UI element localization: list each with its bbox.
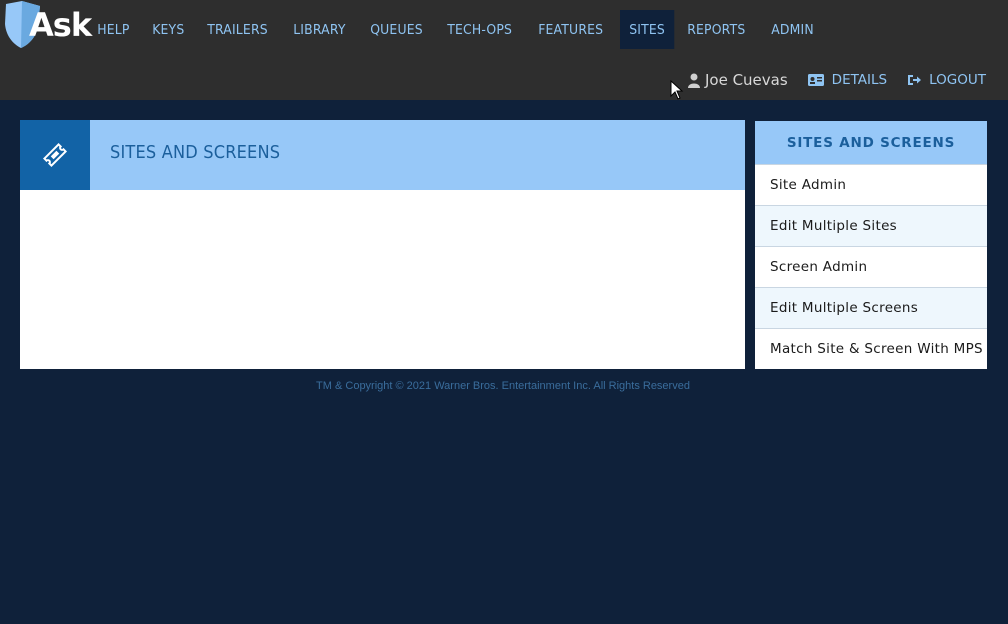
sidebar-item-screen-admin[interactable]: Screen Admin [755, 246, 987, 287]
top-header: Ask HELP KEYS TRAILERS LIBRARY QUEUES TE… [0, 0, 1008, 100]
sign-out-icon [908, 75, 922, 85]
sidebar-item-match-site-screen-mps[interactable]: Match Site & Screen With MPS [755, 328, 987, 369]
details-label: DETAILS [831, 72, 888, 88]
ticket-icon [42, 142, 68, 168]
sites-screens-panel: SITES AND SCREENS [20, 120, 745, 369]
sidebar-item-edit-multiple-screens[interactable]: Edit Multiple Screens [755, 287, 987, 328]
footer-copyright: TM & Copyright © 2021 Warner Bros. Enter… [316, 380, 690, 392]
user-icon [687, 73, 700, 88]
nav-help[interactable]: HELP [88, 10, 139, 49]
panel-title: SITES AND SCREENS [110, 142, 281, 163]
logout-link[interactable]: LOGOUT [907, 72, 986, 88]
nav-admin[interactable]: ADMIN [762, 10, 823, 49]
ask-logo[interactable]: Ask [2, 0, 92, 52]
nav-queues[interactable]: QUEUES [361, 10, 432, 49]
user-name: Joe Cuevas [704, 71, 788, 89]
mouse-cursor-icon [670, 80, 684, 100]
user-bar: Joe Cuevas DETAILS LOGOUT [687, 68, 986, 92]
nav-sites[interactable]: SITES [619, 10, 674, 49]
sidebar: SITES AND SCREENS Site Admin Edit Multip… [755, 121, 987, 369]
nav-keys[interactable]: KEYS [143, 10, 194, 49]
nav-features[interactable]: FEATURES [529, 10, 612, 49]
panel-icon-box [20, 120, 90, 190]
sidebar-item-site-admin[interactable]: Site Admin [755, 164, 987, 205]
logo-text: Ask [29, 6, 92, 44]
nav-reports[interactable]: REPORTS [678, 10, 755, 49]
sidebar-title: SITES AND SCREENS [755, 121, 987, 164]
nav-library[interactable]: LIBRARY [284, 10, 355, 49]
id-card-icon [807, 74, 824, 86]
main-nav: HELP KEYS TRAILERS LIBRARY QUEUES TECH-O… [88, 10, 828, 49]
logout-label: LOGOUT [929, 72, 986, 88]
panel-header: SITES AND SCREENS [20, 120, 745, 190]
nav-trailers[interactable]: TRAILERS [198, 10, 277, 49]
details-link[interactable]: DETAILS [807, 72, 888, 88]
nav-tech-ops[interactable]: TECH-OPS [438, 10, 521, 49]
sidebar-item-edit-multiple-sites[interactable]: Edit Multiple Sites [755, 205, 987, 246]
